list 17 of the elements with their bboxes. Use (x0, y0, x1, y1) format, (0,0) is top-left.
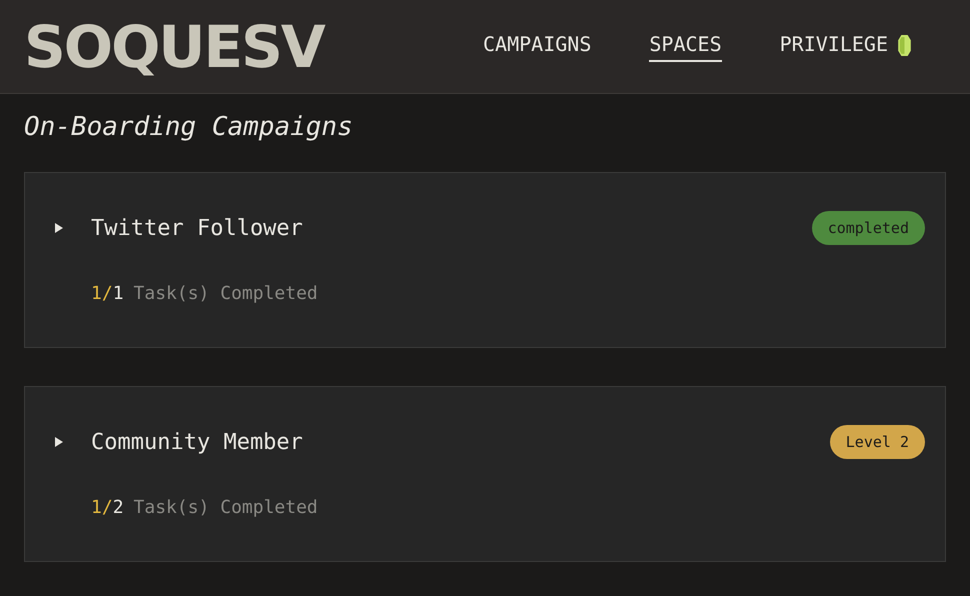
campaign-name: Community Member (91, 430, 303, 454)
status-badge: Level 2 (830, 425, 925, 459)
tasks-total: 1 (112, 283, 124, 304)
tasks-total: 2 (112, 497, 124, 518)
logo[interactable]: SOQUESV (24, 12, 324, 80)
tasks-done: 1/ (91, 497, 113, 518)
tasks-label: Task(s) Completed (134, 497, 318, 518)
tasks-done: 1/ (91, 283, 113, 304)
nav-link[interactable]: PRIVILEGE (780, 32, 888, 62)
status-badge: completed (812, 211, 925, 245)
campaign-name: Twitter Follower (91, 216, 303, 240)
caret-icon[interactable] (55, 223, 63, 233)
nav-link[interactable]: SPACES (649, 32, 722, 62)
nav-link[interactable]: CAMPAIGNS (483, 32, 592, 62)
page-title: On-Boarding Campaigns (24, 112, 354, 142)
caret-icon[interactable] (55, 437, 63, 447)
tasks-label: Task(s) Completed (134, 283, 318, 304)
